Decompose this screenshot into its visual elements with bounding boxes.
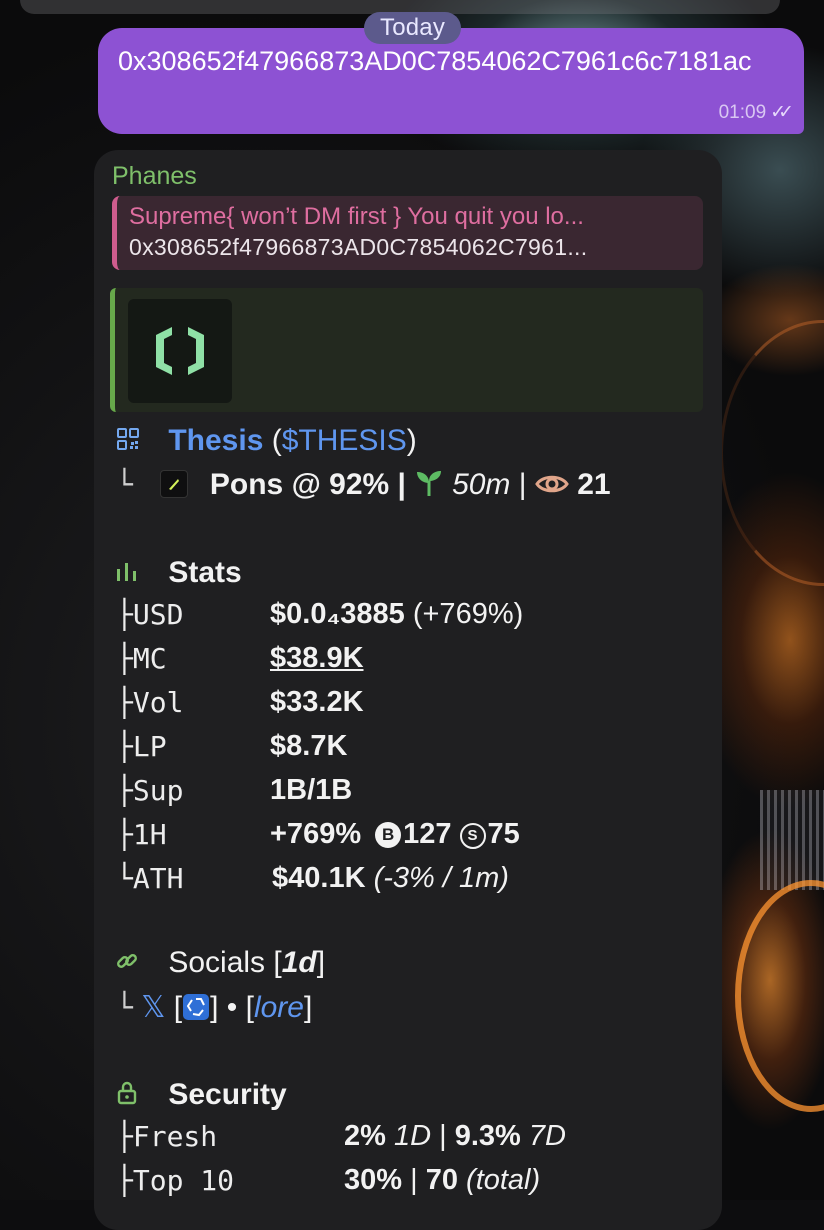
platform-info: Pons @ 92% | — [209, 468, 406, 501]
lore-link[interactable]: lore — [254, 991, 304, 1024]
stats-title: Stats — [168, 556, 242, 589]
message-meta: 01:09 ✓✓ — [718, 101, 794, 124]
market-cap-link[interactable]: $38.9K — [270, 642, 364, 675]
bot-message[interactable]: Phanes Supreme{ won’t DM first } You qui… — [94, 150, 722, 1230]
security-header: Security — [116, 1078, 287, 1112]
qr-code-icon[interactable] — [116, 427, 144, 457]
outgoing-message-text: 0x308652f47966873AD0C7854062C7961c6c7181… — [118, 46, 752, 76]
date-chip: Today — [364, 12, 462, 44]
socials-header: Socials [1d] — [116, 946, 325, 980]
buys-icon: B — [375, 822, 402, 848]
preview-thumbnail — [128, 299, 232, 403]
stat-value: $8.7K — [270, 730, 348, 762]
ticker-close: ) — [406, 424, 417, 457]
tree-branch: └ — [116, 468, 133, 501]
thesis-logo-icon — [156, 327, 204, 375]
outgoing-message[interactable]: 0x308652f47966873AD0C7854062C7961c6c7181… — [98, 28, 804, 134]
reply-author: Supreme{ won’t DM first } You quit you l… — [129, 203, 584, 230]
stat-key: ├Fresh — [116, 1120, 218, 1153]
message-time: 01:09 — [718, 101, 767, 123]
reply-quote[interactable]: Supreme{ won’t DM first } You quit you l… — [112, 196, 703, 270]
eye-icon — [535, 468, 577, 501]
link-icon — [116, 950, 144, 978]
x-twitter-link[interactable]: 𝕏 — [141, 991, 165, 1024]
stat-value: 2% 1D | 9.3% 7D — [344, 1120, 566, 1152]
sender-name[interactable]: Phanes — [112, 162, 197, 191]
token-meta-row: └ Pons @ 92% | 50m | 21 — [116, 468, 611, 502]
stat-key: ├LP — [116, 730, 167, 763]
stat-key: ├USD — [116, 598, 184, 631]
stat-value: 30% | 70 (total) — [344, 1164, 541, 1196]
reply-text: 0x308652f47966873AD0C7854062C7961... — [129, 234, 588, 260]
socials-age: 1d — [281, 946, 317, 979]
token-ticker-link[interactable]: $THESIS — [282, 424, 407, 457]
pons-icon — [159, 470, 188, 498]
stat-key: └ATH — [116, 862, 184, 895]
stats-header: Stats — [116, 556, 242, 590]
age-separator: | — [518, 468, 527, 501]
read-checks-icon: ✓✓ — [770, 102, 794, 123]
stat-key: ├Vol — [116, 686, 184, 719]
socials-row: └ 𝕏 [] • [lore] — [116, 991, 313, 1024]
tree-branch: └ — [116, 991, 133, 1024]
buy-count: 127 — [403, 818, 452, 850]
sells-icon: S — [459, 823, 486, 849]
token-name-link[interactable]: Thesis — [168, 424, 263, 457]
token-age: 50m — [452, 468, 511, 501]
sprout-icon — [414, 469, 452, 500]
stat-value: $33.2K — [270, 686, 364, 718]
link-preview[interactable] — [110, 288, 703, 412]
stat-key: ├Top 10 — [116, 1164, 235, 1197]
stat-value: +769% B 127 S 75 — [270, 818, 520, 850]
stat-key: ├MC — [116, 642, 167, 675]
view-count: 21 — [577, 468, 611, 501]
stat-key: ├Sup — [116, 774, 184, 807]
dot-separator: • — [226, 991, 238, 1024]
sell-count: 75 — [487, 818, 520, 850]
stat-value: $40.1K (-3% / 1m) — [272, 862, 509, 894]
lock-icon — [116, 1081, 144, 1111]
socials-title: Socials — [168, 946, 266, 979]
bar-chart-icon — [116, 561, 144, 587]
recycle-icon[interactable] — [182, 991, 210, 1024]
stat-value: $0.0₄3885 (+769%) — [270, 598, 524, 630]
stat-key: ├1H — [116, 818, 167, 851]
stat-value: 1B/1B — [270, 774, 353, 806]
security-title: Security — [168, 1078, 287, 1111]
token-header: Thesis ($THESIS) — [116, 424, 417, 458]
ticker-open: ( — [271, 424, 282, 457]
